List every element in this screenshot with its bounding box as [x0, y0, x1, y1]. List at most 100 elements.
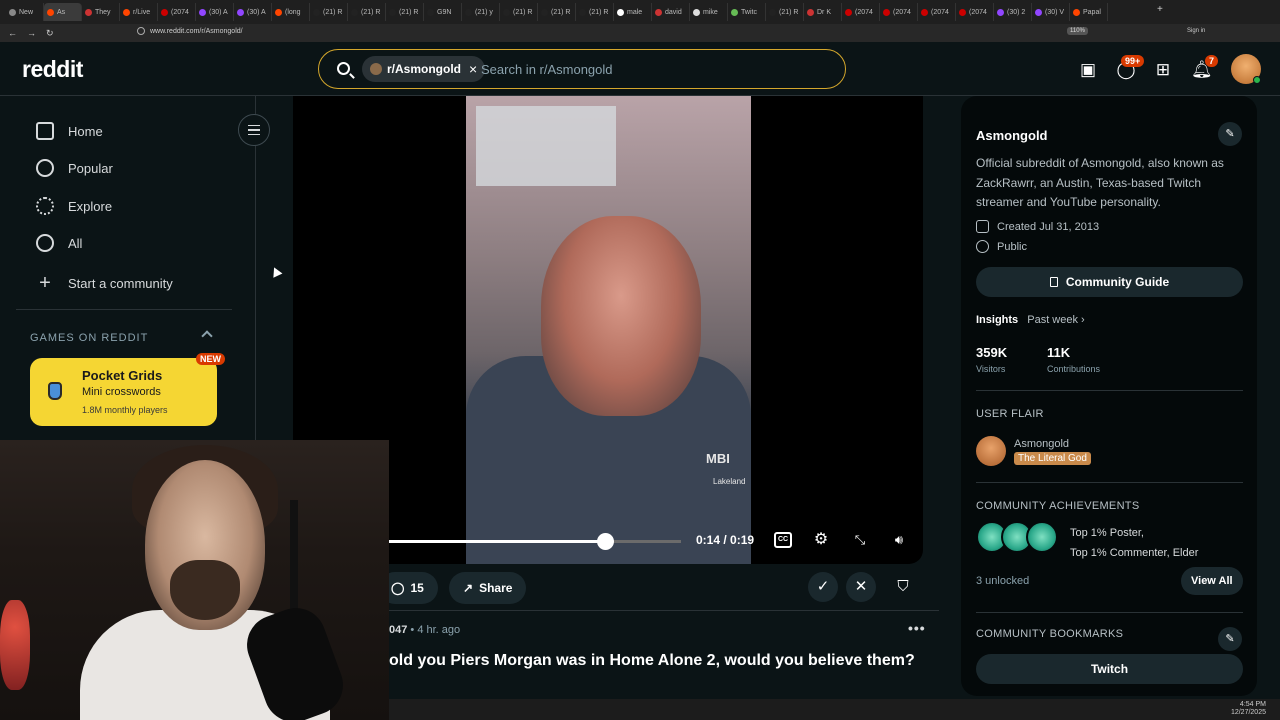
browser-tab[interactable]: male — [614, 3, 652, 21]
zoom-level[interactable]: 110% — [1067, 27, 1088, 35]
flair-tag[interactable]: The Literal God — [1014, 452, 1091, 465]
address-bar[interactable]: www.reddit.com/r/Asmongold/ — [150, 28, 243, 35]
tab-favicon-icon — [617, 8, 624, 16]
flair-avatar — [976, 436, 1006, 466]
created-date-row: Created Jul 31, 2013 — [976, 220, 1099, 233]
back-icon[interactable]: ← — [8, 28, 17, 39]
remove-button[interactable]: ✕ — [846, 572, 876, 602]
reload-icon[interactable]: ↻ — [46, 28, 54, 39]
captions-icon[interactable]: CC — [774, 532, 792, 548]
browser-tab[interactable]: (2074 — [956, 3, 994, 21]
comments-count: 15 — [410, 581, 424, 595]
close-icon[interactable]: × — [469, 61, 477, 77]
edit-icon[interactable]: ✎ — [1218, 122, 1242, 146]
new-tab-icon[interactable]: + — [1157, 4, 1163, 15]
sidebar-item-popular[interactable]: Popular — [36, 159, 113, 177]
browser-tab[interactable]: (21) R — [348, 3, 386, 21]
flair-username[interactable]: Asmongold — [1014, 438, 1069, 450]
browser-tab[interactable]: Papal — [1070, 3, 1108, 21]
search-icon — [337, 62, 350, 75]
browser-tab[interactable]: New — [6, 3, 44, 21]
browser-tab[interactable]: (long — [272, 3, 310, 21]
volume-icon[interactable]: 🔊︎ — [890, 532, 908, 548]
browser-tab[interactable]: (21) y — [462, 3, 500, 21]
browser-tab[interactable]: (2074 — [842, 3, 880, 21]
browser-tab[interactable]: They — [82, 3, 120, 21]
visibility-row: Public — [976, 240, 1027, 253]
video-frame — [466, 96, 751, 564]
search-input[interactable]: Search in r/Asmongold — [481, 62, 613, 77]
tab-label: r/Live — [133, 8, 151, 16]
video-scrubber-handle[interactable] — [596, 533, 614, 550]
reddit-logo[interactable]: reddit — [22, 56, 83, 83]
collapse-sidebar-button[interactable] — [238, 114, 270, 146]
game-card-pocket-grids[interactable]: Pocket Grids Mini crosswords 1.8M monthl… — [30, 358, 217, 426]
edit-icon[interactable]: ✎ — [1218, 627, 1242, 651]
browser-tab[interactable]: (21) R — [386, 3, 424, 21]
sidebar-item-start-community[interactable]: + Start a community — [36, 272, 173, 295]
browser-tab[interactable]: G9N — [424, 3, 462, 21]
fullscreen-icon[interactable]: ⤡ — [851, 532, 869, 548]
bookmark-button-twitch[interactable]: Twitch — [976, 654, 1243, 684]
subreddit-search-chip[interactable]: r/Asmongold × — [362, 56, 486, 82]
community-guide-button[interactable]: Community Guide — [976, 267, 1243, 297]
browser-tab[interactable]: (30) 2 — [994, 3, 1032, 21]
tab-favicon-icon — [959, 8, 966, 16]
sidebar-item-label: Home — [68, 123, 103, 139]
share-button[interactable]: ↗ Share — [449, 572, 527, 604]
browser-tab[interactable]: As — [44, 3, 82, 21]
browser-tab[interactable]: (21) R — [500, 3, 538, 21]
create-post-icon[interactable]: ⊞ — [1153, 60, 1173, 80]
browser-tab[interactable]: (30) A — [234, 3, 272, 21]
explore-icon — [36, 197, 54, 215]
divider — [976, 612, 1243, 613]
browser-sign-in[interactable]: Sign in — [1187, 28, 1205, 34]
browser-tab[interactable]: (21) R — [576, 3, 614, 21]
settings-gear-icon[interactable]: ⚙ — [812, 532, 830, 548]
browser-tab[interactable]: (30) A — [196, 3, 234, 21]
browser-tab[interactable]: mike — [690, 3, 728, 21]
user-avatar[interactable] — [1231, 54, 1261, 84]
game-players: 1.8M monthly players — [82, 405, 168, 415]
achievement-badge-icon[interactable] — [1026, 521, 1058, 553]
sidebar-item-explore[interactable]: Explore — [36, 197, 112, 215]
video-time: 0:14 / 0:19 — [696, 533, 755, 547]
sidebar-item-home[interactable]: Home — [36, 122, 103, 140]
browser-tab[interactable]: (30) V — [1032, 3, 1070, 21]
chat-badge: 99+ — [1121, 55, 1145, 67]
site-info-icon[interactable] — [137, 27, 145, 35]
insights-row[interactable]: Insights Past week › — [976, 314, 1085, 326]
globe-icon — [976, 240, 989, 253]
browser-tab[interactable]: david — [652, 3, 690, 21]
view-all-button[interactable]: View All — [1181, 567, 1243, 595]
advertise-icon[interactable]: ▣ — [1078, 60, 1098, 80]
video-progress-bar[interactable] — [387, 533, 681, 550]
tab-label: (21) y — [475, 8, 493, 16]
sidebar-item-all[interactable]: All — [36, 234, 82, 252]
tab-favicon-icon — [883, 8, 890, 16]
post-main: MBI Lakeland 0:14 / 0:19 CC ⚙ ⤡ 🔊︎ ◯ 15 … — [293, 96, 939, 700]
chevron-up-icon[interactable] — [201, 330, 213, 342]
browser-tab[interactable]: (21) R — [538, 3, 576, 21]
approve-button[interactable]: ✓ — [808, 572, 838, 602]
streamer-webcam-overlay — [0, 440, 389, 720]
games-section-heading[interactable]: GAMES ON REDDIT — [30, 332, 148, 344]
browser-tab[interactable]: (2074 — [918, 3, 956, 21]
browser-tab[interactable]: (2074 — [880, 3, 918, 21]
browser-tab[interactable]: Dr K — [804, 3, 842, 21]
tab-favicon-icon — [1035, 8, 1042, 16]
clock-date: 12/27/2025 — [1230, 709, 1266, 716]
browser-tab[interactable]: r/Live — [120, 3, 158, 21]
browser-tab[interactable]: (21) R — [310, 3, 348, 21]
forward-icon[interactable]: → — [27, 28, 36, 39]
more-options-icon[interactable]: ••• — [908, 620, 926, 636]
mod-shield-icon[interactable]: ⛉ — [888, 572, 918, 602]
search-bar[interactable]: r/Asmongold × Search in r/Asmongold — [318, 49, 846, 89]
post-author[interactable]: 047 — [389, 624, 407, 636]
browser-tab[interactable]: (21) R — [766, 3, 804, 21]
tab-label: (21) R — [323, 8, 343, 16]
post-title[interactable]: old you Piers Morgan was in Home Alone 2… — [389, 652, 915, 670]
browser-tab[interactable]: (2074 — [158, 3, 196, 21]
system-tray-clock[interactable]: 4:54 PM 12/27/2025 — [1231, 701, 1266, 717]
browser-tab[interactable]: Twitc — [728, 3, 766, 21]
